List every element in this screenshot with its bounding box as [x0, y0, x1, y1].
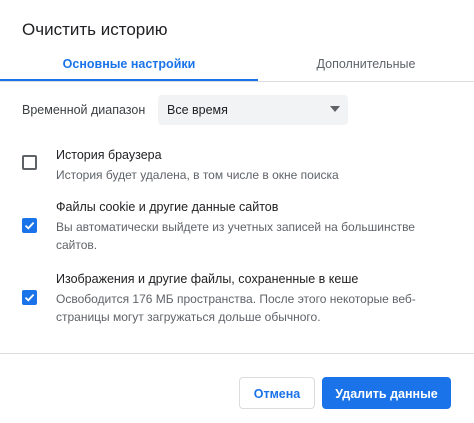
clear-history-dialog: Очистить историю Основные настройки Допо…: [0, 0, 474, 423]
tabs-divider: [0, 81, 474, 82]
cached-files-checkbox[interactable]: [22, 290, 37, 305]
tab-advanced-settings[interactable]: Дополнительные: [258, 48, 474, 80]
dialog-title: Очистить историю: [22, 20, 168, 39]
time-range-value: Все время: [167, 103, 228, 117]
checkmark-icon: [24, 293, 35, 302]
option-description: История будет удалена, в том числе в окн…: [56, 168, 339, 182]
chevron-down-icon: [330, 106, 340, 112]
time-range-select[interactable]: Все время: [158, 95, 348, 125]
option-text: Файлы cookie и другие данные сайтов Вы а…: [56, 199, 452, 254]
footer-divider: [0, 353, 474, 354]
delete-data-button[interactable]: Удалить данные: [322, 377, 451, 409]
browsing-history-checkbox[interactable]: [22, 155, 37, 170]
option-description: Освободится 176 МБ пространства. После э…: [56, 292, 416, 324]
option-text: Изображения и другие файлы, сохраненные …: [56, 271, 452, 326]
time-range-label: Временной диапазон: [22, 103, 146, 117]
cancel-button[interactable]: Отмена: [239, 377, 315, 409]
option-title: Файлы cookie и другие данные сайтов: [56, 200, 279, 214]
checkmark-icon: [24, 221, 35, 230]
tab-bar: Основные настройки Дополнительные: [0, 48, 474, 82]
option-title: История браузера: [56, 148, 162, 162]
option-text: История браузера История будет удалена, …: [56, 147, 452, 184]
cookies-checkbox[interactable]: [22, 218, 37, 233]
option-title: Изображения и другие файлы, сохраненные …: [56, 272, 359, 286]
tab-basic-settings[interactable]: Основные настройки: [0, 48, 258, 80]
option-description: Вы автоматически выйдете из учетных запи…: [56, 220, 415, 252]
time-range-row: Временной диапазон Все время: [22, 95, 452, 125]
